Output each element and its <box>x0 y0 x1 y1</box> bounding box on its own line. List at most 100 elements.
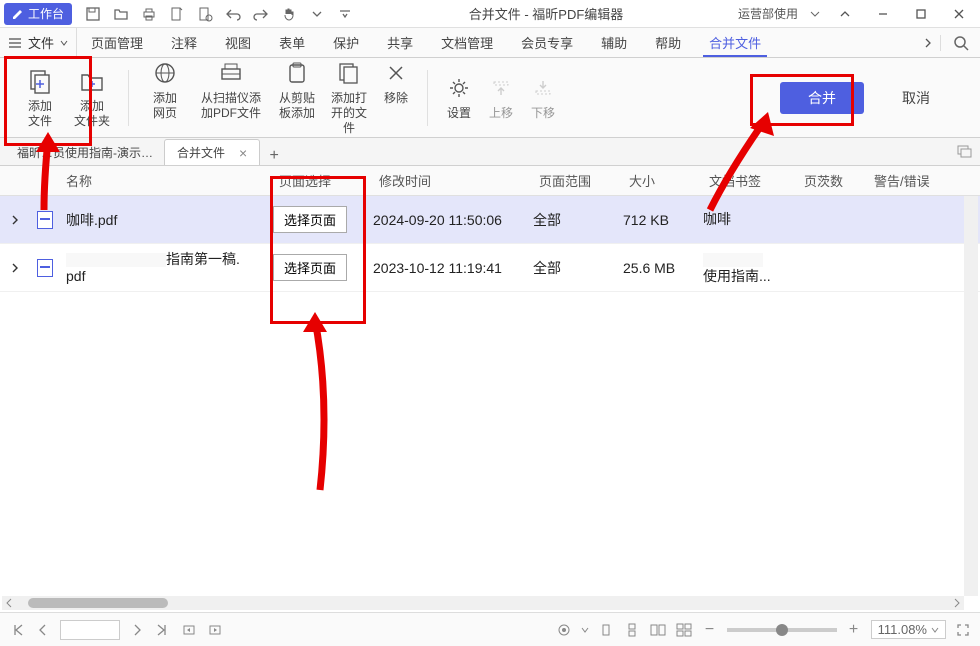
doctab-overflow-icon[interactable] <box>956 143 972 162</box>
document-tabs: 福昕…员使用指南-演示… 合并文件 × + <box>0 138 980 166</box>
search-button[interactable] <box>940 35 980 51</box>
horizontal-scrollbar[interactable] <box>2 596 964 610</box>
vertical-scrollbar[interactable] <box>964 196 978 596</box>
qat-redo-icon[interactable] <box>252 5 270 23</box>
qat-dropdown-icon[interactable] <box>308 5 326 23</box>
row-expand-toggle[interactable] <box>0 263 30 273</box>
select-pages-button[interactable]: 选择页面 <box>273 254 347 281</box>
nav-forward-icon[interactable] <box>206 621 224 639</box>
table-row[interactable]: 指南第一稿. pdf 选择页面 2023-10-12 11:19:41 全部 2… <box>0 244 980 292</box>
ribbon-group-add: 添加 文件 添加 文件夹 <box>8 63 124 133</box>
tab-annotate[interactable]: 注释 <box>157 28 211 57</box>
tab-view[interactable]: 视图 <box>211 28 265 57</box>
file-menu[interactable]: 文件 <box>0 28 77 57</box>
col-page-count-header[interactable]: 页茨数 <box>798 171 868 190</box>
col-page-range-header[interactable]: 页面范围 <box>533 171 623 190</box>
merge-button[interactable]: 合并 <box>780 82 864 114</box>
tab-share[interactable]: 共享 <box>373 28 427 57</box>
ribbon-group-add-other: 添加 网页 从扫描仪添 加PDF文件 从剪贴 板添加 添加打 开的文件 移除 <box>133 55 423 140</box>
qat-new-doc2-icon[interactable] <box>196 5 214 23</box>
row-bookmark: 使用指南... <box>703 251 798 285</box>
col-warn-header[interactable]: 警告/错误 <box>868 171 980 190</box>
row-expand-toggle[interactable] <box>0 215 30 225</box>
two-page-view-icon[interactable] <box>649 621 667 639</box>
zoom-slider-knob[interactable] <box>776 624 788 636</box>
menu-bar: 文件 页面管理 注释 视图 表单 保护 共享 文档管理 会员专享 辅助 帮助 合… <box>0 28 980 58</box>
tab-assist[interactable]: 辅助 <box>587 28 641 57</box>
add-file-button[interactable]: 添加 文件 <box>18 67 62 129</box>
qat-print-icon[interactable] <box>140 5 158 23</box>
select-pages-button[interactable]: 选择页面 <box>273 206 347 233</box>
tab-protect[interactable]: 保护 <box>319 28 373 57</box>
add-from-scanner-button[interactable]: 从扫描仪添 加PDF文件 <box>195 59 267 121</box>
page-input[interactable] <box>60 620 120 640</box>
ribbon-separator <box>427 70 428 126</box>
col-page-select-header[interactable]: 页面选择 <box>273 171 373 190</box>
move-up-button[interactable]: 上移 <box>484 74 518 121</box>
doctab-add-button[interactable]: + <box>260 147 288 165</box>
col-size-header[interactable]: 大小 <box>623 171 703 190</box>
doctab-merge-files[interactable]: 合并文件 × <box>164 139 260 165</box>
prev-page-button[interactable] <box>34 621 52 639</box>
col-name-header[interactable]: 名称 <box>60 171 273 190</box>
row-page-range: 全部 <box>533 258 623 278</box>
add-opened-button[interactable]: 添加打 开的文件 <box>327 59 371 136</box>
minimize-button[interactable] <box>866 2 900 26</box>
tab-member-exclusive[interactable]: 会员专享 <box>507 28 587 57</box>
qat-undo-icon[interactable] <box>224 5 242 23</box>
zoom-out-button[interactable]: − <box>701 621 719 639</box>
add-webpage-button[interactable]: 添加 网页 <box>143 59 187 121</box>
zoom-in-button[interactable]: + <box>845 621 863 639</box>
close-button[interactable] <box>942 2 976 26</box>
tab-merge-files[interactable]: 合并文件 <box>695 28 775 57</box>
pdf-file-icon <box>30 211 60 229</box>
zoom-value-box[interactable]: 111.08% <box>871 620 946 639</box>
cancel-button[interactable]: 取消 <box>884 82 948 114</box>
qat-save-icon[interactable] <box>84 5 102 23</box>
two-page-continuous-icon[interactable] <box>675 621 693 639</box>
first-page-button[interactable] <box>8 621 26 639</box>
doctab-close-icon[interactable]: × <box>239 145 247 161</box>
maximize-button[interactable] <box>904 2 938 26</box>
reading-mode-icon[interactable] <box>555 621 573 639</box>
qat-open-icon[interactable] <box>112 5 130 23</box>
col-modified-header[interactable]: 修改时间 <box>373 171 533 190</box>
qat-hand-icon[interactable] <box>280 5 298 23</box>
menu-scroll-right-button[interactable] <box>916 38 940 48</box>
continuous-view-icon[interactable] <box>623 621 641 639</box>
row-page-range: 全部 <box>533 210 623 230</box>
collapse-ribbon-button[interactable] <box>828 2 862 26</box>
add-folder-button[interactable]: 添加 文件夹 <box>70 67 114 129</box>
scrollbar-thumb[interactable] <box>28 598 168 608</box>
workbench-button[interactable]: 工作台 <box>4 3 72 25</box>
remove-icon <box>382 59 410 87</box>
col-bookmark-header[interactable]: 文档书签 <box>703 171 798 190</box>
table-header: 名称 页面选择 修改时间 页面范围 大小 文档书签 页茨数 警告/错误 <box>0 166 980 196</box>
zoom-value: 111.08% <box>878 622 927 637</box>
nav-back-icon[interactable] <box>180 621 198 639</box>
move-down-button[interactable]: 下移 <box>526 74 560 121</box>
fullscreen-icon[interactable] <box>954 621 972 639</box>
remove-button[interactable]: 移除 <box>379 59 413 106</box>
qat-more-icon[interactable] <box>336 5 354 23</box>
usage-label[interactable]: 运营部使用 <box>738 5 798 22</box>
doctab-guide[interactable]: 福昕…员使用指南-演示… <box>4 139 164 165</box>
usage-dropdown-icon[interactable] <box>806 5 824 23</box>
status-left <box>8 620 224 640</box>
status-dropdown-icon[interactable] <box>581 622 589 637</box>
tab-help[interactable]: 帮助 <box>641 28 695 57</box>
hamburger-icon <box>8 36 22 50</box>
single-page-view-icon[interactable] <box>597 621 615 639</box>
qat-new-doc-icon[interactable] <box>168 5 186 23</box>
tab-form[interactable]: 表单 <box>265 28 319 57</box>
settings-button[interactable]: 设置 <box>442 74 476 121</box>
tab-doc-management[interactable]: 文档管理 <box>427 28 507 57</box>
next-page-button[interactable] <box>128 621 146 639</box>
table-row[interactable]: 咖啡.pdf 选择页面 2024-09-20 11:50:06 全部 712 K… <box>0 196 980 244</box>
title-bar: 工作台 合并文件 - 福昕PDF编辑器 运营部使用 <box>0 0 980 28</box>
add-from-clipboard-button[interactable]: 从剪贴 板添加 <box>275 59 319 121</box>
last-page-button[interactable] <box>154 621 172 639</box>
tab-page-management[interactable]: 页面管理 <box>77 28 157 57</box>
row-size: 25.6 MB <box>623 260 703 276</box>
zoom-slider[interactable] <box>727 628 837 632</box>
